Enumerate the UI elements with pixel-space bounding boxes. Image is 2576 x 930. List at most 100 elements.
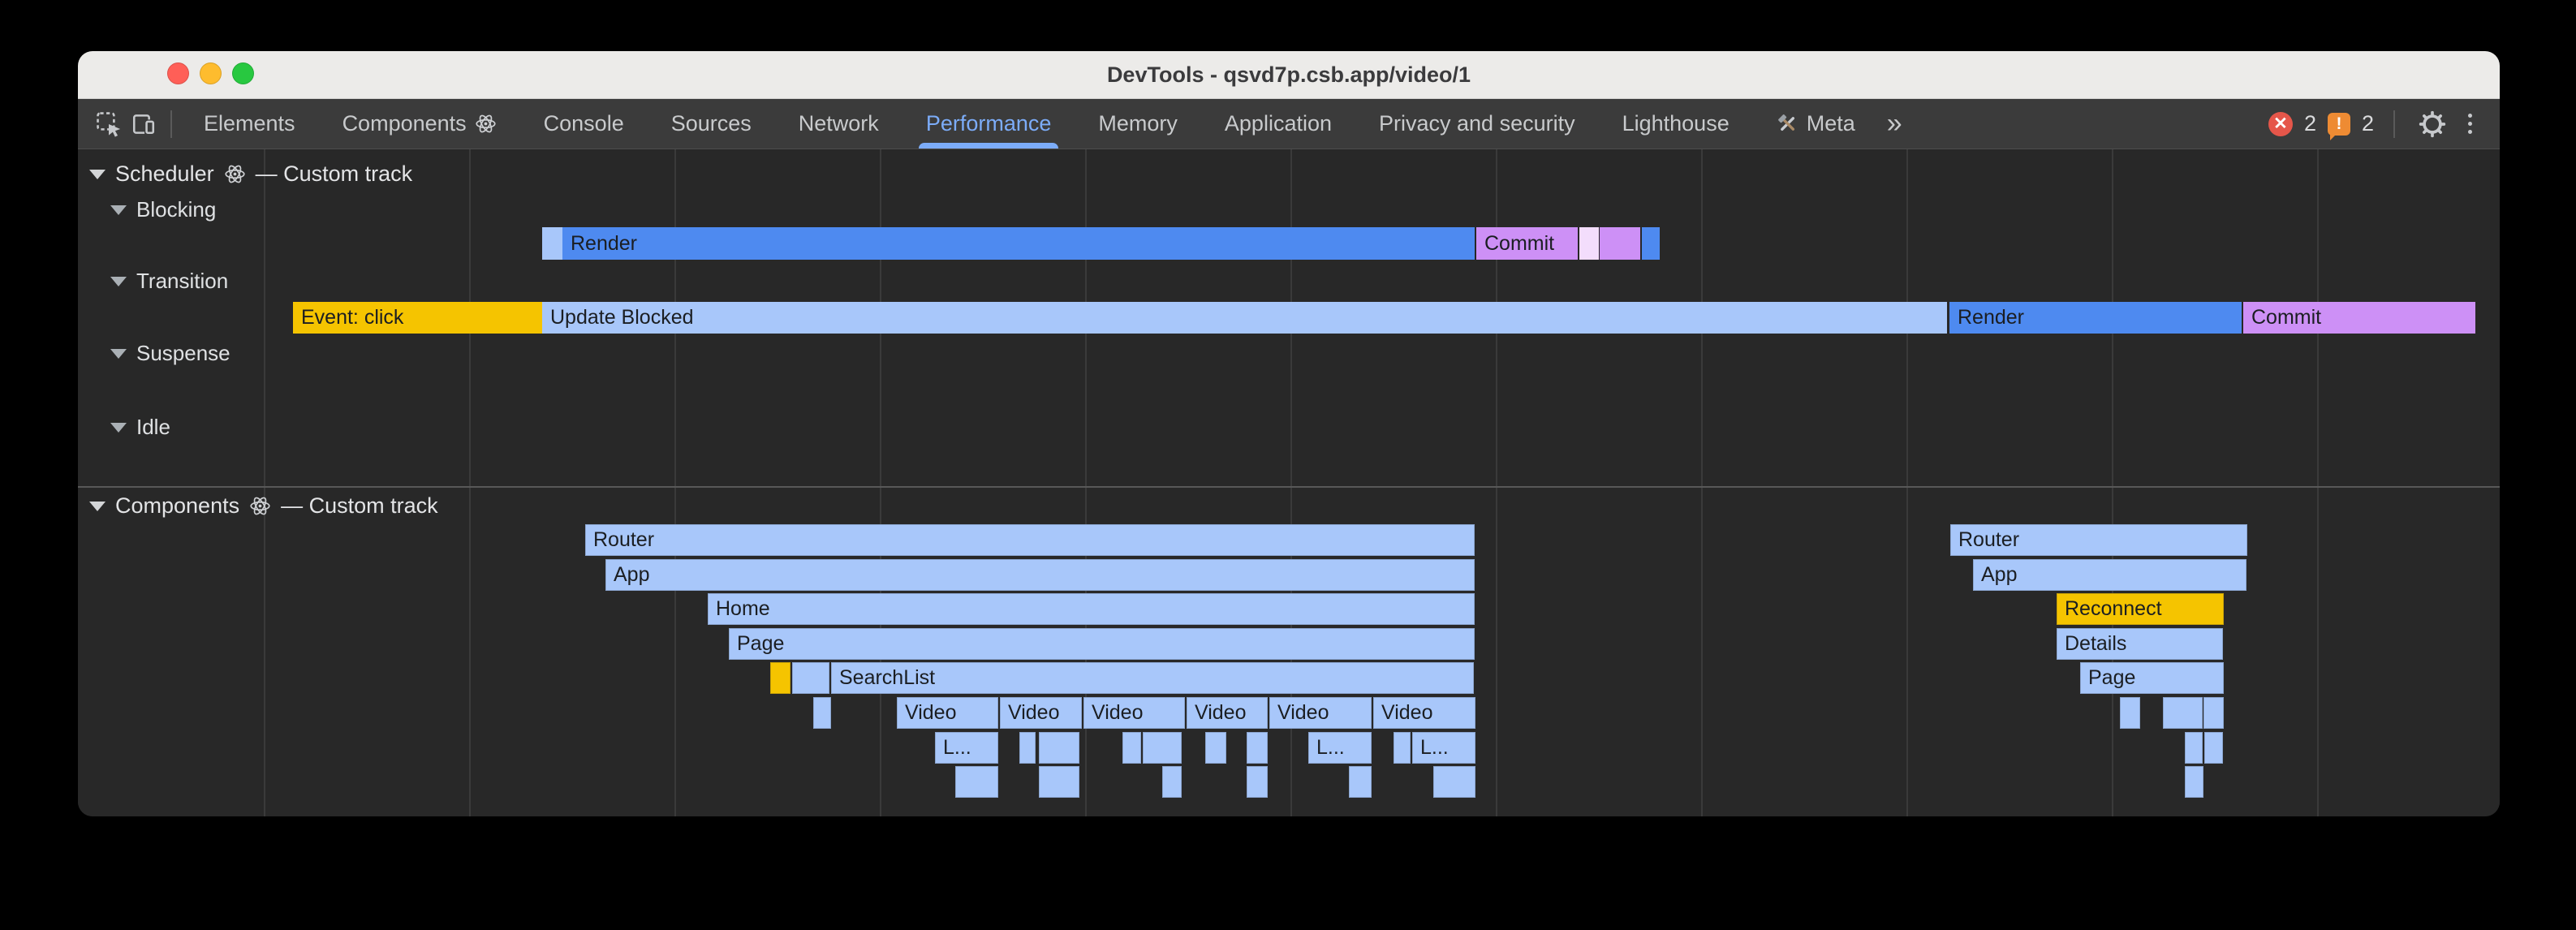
track-header-scheduler[interactable]: Scheduler— Custom track: [89, 161, 412, 187]
flame-bar[interactable]: [2163, 697, 2203, 729]
panel-tabs: Elements Components Console Sources Network P…: [180, 99, 1879, 149]
inspect-element-icon[interactable]: [91, 99, 127, 149]
flame-bar[interactable]: [1579, 227, 1599, 260]
flame-bar-video[interactable]: Video: [1269, 697, 1372, 729]
collapse-triangle-icon[interactable]: [89, 502, 106, 511]
flame-bar[interactable]: [1247, 766, 1268, 798]
flame-bar-update-blocked[interactable]: Update Blocked: [542, 302, 1947, 334]
flame-bar-app[interactable]: App: [605, 559, 1475, 591]
more-tabs-icon[interactable]: »: [1879, 99, 1910, 149]
flame-bar-l-[interactable]: L...: [1412, 732, 1475, 764]
tab-sources[interactable]: Sources: [648, 99, 775, 149]
lane-label-blocking[interactable]: Blocking: [110, 197, 216, 222]
track-name: Components: [115, 493, 239, 519]
flame-bar-video[interactable]: Video: [1373, 697, 1475, 729]
flame-bar-router[interactable]: Router: [585, 524, 1475, 556]
flame-bar[interactable]: [1205, 732, 1226, 764]
collapse-triangle-icon[interactable]: [110, 277, 127, 286]
track-separator: [78, 486, 2500, 488]
flame-bar[interactable]: [1039, 766, 1079, 798]
lane-name: Blocking: [136, 197, 216, 222]
flame-bar[interactable]: [770, 662, 790, 694]
flame-bar-details[interactable]: Details: [2057, 628, 2223, 660]
lane-name: Idle: [136, 415, 170, 440]
tab-network[interactable]: Network: [775, 99, 902, 149]
toolbar-right: ✕ 2 ! 2: [2268, 99, 2500, 149]
lane-name: Transition: [136, 269, 228, 294]
error-icon[interactable]: ✕: [2268, 112, 2293, 136]
device-toolbar-icon[interactable]: [127, 99, 162, 149]
flame-bar-event-click[interactable]: Event: click: [293, 302, 542, 334]
flame-bar-page[interactable]: Page: [729, 628, 1475, 660]
flame-bar[interactable]: [792, 662, 829, 694]
flame-bar[interactable]: [1394, 732, 1411, 764]
flame-bar[interactable]: [1039, 732, 1079, 764]
flame-bar-commit[interactable]: Commit: [2243, 302, 2475, 334]
tab-lighthouse[interactable]: Lighthouse: [1599, 99, 1753, 149]
flame-bar[interactable]: [2203, 697, 2224, 729]
flame-bar-video[interactable]: Video: [1187, 697, 1268, 729]
flame-bar[interactable]: [1162, 766, 1182, 798]
error-count[interactable]: 2: [2304, 111, 2316, 136]
flame-bar[interactable]: [813, 697, 831, 729]
warning-count[interactable]: 2: [2362, 111, 2374, 136]
flame-bar-searchlist[interactable]: SearchList: [831, 662, 1474, 694]
flame-bar-video[interactable]: Video: [1000, 697, 1082, 729]
toolbar-divider: [170, 110, 172, 138]
flame-bar[interactable]: [1122, 732, 1141, 764]
flame-bar-render[interactable]: Render: [562, 227, 1475, 260]
flame-bar[interactable]: [955, 766, 998, 798]
flame-bar[interactable]: [1642, 227, 1660, 260]
flame-bar[interactable]: [542, 227, 562, 260]
track-header-components[interactable]: Components — Custom track: [89, 493, 438, 519]
flame-bar-l-[interactable]: L...: [935, 732, 998, 764]
tab-performance[interactable]: Performance: [902, 99, 1075, 149]
flame-bar-commit[interactable]: Commit: [1476, 227, 1578, 260]
flame-bar[interactable]: [1019, 732, 1036, 764]
collapse-triangle-icon[interactable]: [110, 423, 127, 433]
tab-memory[interactable]: Memory: [1075, 99, 1201, 149]
track-suffix: — Custom track: [281, 493, 438, 519]
collapse-triangle-icon[interactable]: [89, 170, 106, 179]
flame-bar[interactable]: [1247, 732, 1268, 764]
collapse-triangle-icon[interactable]: [110, 205, 127, 215]
atom-icon: [249, 495, 271, 517]
flame-bar[interactable]: [2204, 732, 2223, 764]
tab-components[interactable]: Components: [319, 99, 520, 149]
flame-bar-video[interactable]: Video: [897, 697, 998, 729]
flame-bar-l-[interactable]: L...: [1308, 732, 1372, 764]
flame-bar-video[interactable]: Video: [1083, 697, 1185, 729]
atom-icon: [475, 113, 497, 135]
flame-bar-router[interactable]: Router: [1950, 524, 2247, 556]
tab-label: Elements: [204, 111, 295, 136]
flame-bar-render[interactable]: Render: [1949, 302, 2242, 334]
tab-console[interactable]: Console: [520, 99, 648, 149]
tab-application[interactable]: Application: [1201, 99, 1355, 149]
flame-bar[interactable]: [2185, 732, 2203, 764]
flame-bar[interactable]: [2185, 766, 2203, 798]
settings-gear-icon[interactable]: [2414, 110, 2450, 138]
track-name: Scheduler: [115, 161, 214, 187]
flame-bar[interactable]: [1349, 766, 1372, 798]
flame-bar-reconnect[interactable]: Reconnect: [2057, 593, 2224, 625]
tab-meta[interactable]: Meta: [1753, 99, 1879, 149]
flame-bar-app[interactable]: App: [1973, 559, 2246, 591]
tab-privacy-and-security[interactable]: Privacy and security: [1355, 99, 1599, 149]
flame-bar-home[interactable]: Home: [708, 593, 1475, 625]
timeline-gridline: [2317, 149, 2319, 816]
tab-label: Network: [799, 111, 879, 136]
lane-label-suspense[interactable]: Suspense: [110, 341, 230, 366]
customize-menu-icon[interactable]: [2462, 114, 2479, 134]
warning-icon[interactable]: !: [2328, 113, 2350, 136]
flame-bar[interactable]: [1143, 732, 1182, 764]
flame-bar[interactable]: [2120, 697, 2140, 729]
flame-bar[interactable]: [1433, 766, 1475, 798]
tab-label: Console: [544, 111, 624, 136]
lane-name: Suspense: [136, 341, 230, 366]
flame-bar-page[interactable]: Page: [2080, 662, 2224, 694]
collapse-triangle-icon[interactable]: [110, 349, 127, 359]
lane-label-idle[interactable]: Idle: [110, 415, 170, 440]
tab-elements[interactable]: Elements: [180, 99, 319, 149]
lane-label-transition[interactable]: Transition: [110, 269, 228, 294]
flame-bar[interactable]: [1600, 227, 1640, 260]
